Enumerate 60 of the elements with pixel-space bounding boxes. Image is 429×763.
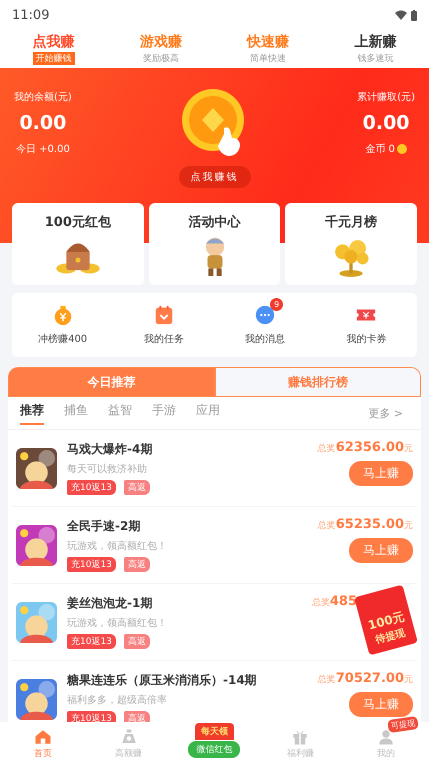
money-bag-icon (120, 728, 138, 746)
status-time: 11:09 (12, 8, 50, 22)
game-tag: 充10返13 (67, 634, 116, 649)
category-tab[interactable]: 推荐 (20, 402, 44, 424)
earn-now-button[interactable]: 马上赚 (349, 461, 413, 486)
total-value: 0.00 (362, 112, 410, 134)
game-tag: 高返 (124, 557, 150, 572)
top-tab[interactable]: 上新赚 钱多速玩 (322, 33, 429, 65)
category-tab[interactable]: 捕鱼 (64, 402, 88, 424)
category-tab[interactable]: 益智 (108, 402, 132, 424)
section-tab[interactable]: 今日推荐 (8, 367, 214, 397)
feature-card[interactable]: 千元月榜 (285, 203, 418, 285)
wifi-icon (395, 10, 407, 20)
top-tab[interactable]: 快速赚 简单快速 (214, 33, 322, 65)
game-tag: 充10返13 (67, 557, 116, 572)
nav-tab[interactable]: 福利赚 (257, 728, 344, 760)
today-earnings: 今日 +0.00 (16, 143, 70, 156)
unread-badge: 9 (270, 298, 284, 311)
category-tab[interactable]: 应用 (196, 402, 220, 424)
battery-icon (411, 10, 417, 20)
game-tag: 高返 (124, 634, 150, 649)
prize-amount: 总奖62356.00元 (318, 440, 413, 455)
earn-now-button[interactable]: 马上赚 (349, 692, 413, 717)
category-tab[interactable]: 手游 (152, 402, 176, 424)
prize-amount: 总奖65235.00元 (318, 517, 413, 532)
section-tab[interactable]: 赚钱排行榜 (214, 367, 421, 397)
earn-now-button[interactable]: 马上赚 (349, 538, 413, 563)
prize-amount: 总奖485 (312, 594, 357, 609)
game-title: 马戏大爆炸-4期 (67, 441, 154, 458)
earn-button[interactable]: 点我赚钱 (178, 166, 250, 188)
shortcut-button[interactable]: 我的任务 (113, 304, 214, 346)
game-description: 玩游戏，领高额红包！ (67, 616, 168, 630)
game-title: 糖果连连乐（原玉米消消乐）-14期 (67, 672, 258, 689)
balance-label: 我的余额(元) (14, 90, 72, 104)
chat-bubble-icon (254, 304, 276, 326)
home-icon (34, 728, 52, 746)
shortcut-button[interactable]: 冲榜赚400 (12, 304, 114, 346)
more-link[interactable]: 更多 > (362, 404, 409, 422)
game-description: 玩游戏，领高额红包！ (67, 540, 168, 553)
game-title: 姜丝泡泡龙-1期 (67, 595, 154, 612)
coin-count: 金币 0 (365, 142, 395, 156)
game-description: 福利多多，超级高倍率 (67, 694, 168, 707)
nav-tab[interactable]: 首页 (0, 728, 86, 760)
game-tag: 高返 (124, 480, 150, 495)
balance-value: 0.00 (19, 112, 66, 134)
game-description: 每天可以救济补助 (67, 462, 148, 476)
total-label: 累计赚取(元) (357, 90, 415, 104)
user-icon (377, 728, 396, 746)
top-tab[interactable]: 游戏赚 奖励极高 (107, 33, 214, 65)
daily-envelope-tag: 每天领 (194, 723, 234, 740)
feature-card[interactable]: 活动中心 (148, 203, 280, 285)
game-tag: 充10返13 (67, 480, 116, 495)
shortcut-button[interactable]: 我的卡券 (316, 304, 417, 346)
game-title: 全民手速-2期 (67, 518, 142, 535)
nav-tab[interactable]: 高额赚 (86, 728, 172, 760)
feature-card[interactable]: 100元红包 (12, 203, 144, 285)
top-tab[interactable]: 点我赚 开始赚钱 (0, 33, 108, 65)
prize-amount: 总奖70527.00元 (318, 671, 413, 686)
wechat-envelope-button[interactable]: 微信红包 (188, 741, 240, 758)
coin-icon (396, 144, 407, 154)
